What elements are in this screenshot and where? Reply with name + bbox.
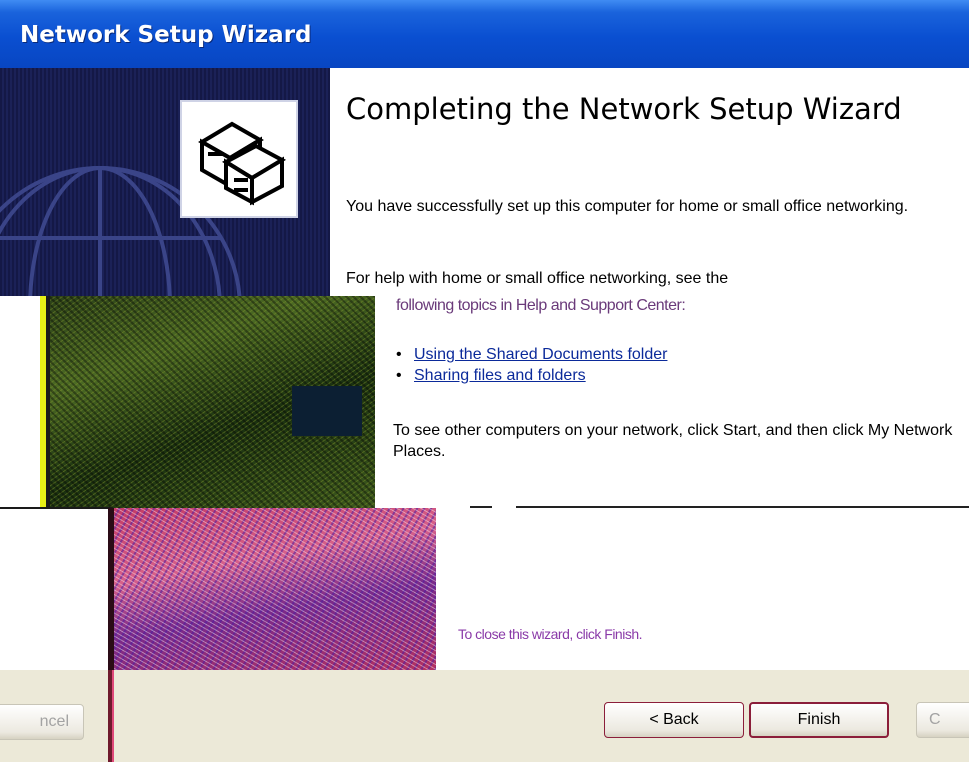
cancel-button[interactable]: C	[916, 702, 969, 738]
shared-documents-link[interactable]: Using the Shared Documents folder	[414, 346, 667, 363]
divider	[516, 506, 969, 508]
list-item: • Sharing files and folders	[396, 367, 586, 384]
divider	[470, 506, 492, 508]
help-intro-continued-text: following topics in Help and Support Cen…	[396, 297, 686, 314]
window-title: Network Setup Wizard	[20, 22, 312, 48]
list-item: • Using the Shared Documents folder	[396, 346, 668, 363]
page-heading: Completing the Network Setup Wizard	[346, 92, 902, 126]
network-places-text: To see other computers on your network, …	[393, 422, 953, 460]
cancel-button-partial[interactable]: ncel	[0, 704, 84, 740]
help-topics-list: • Using the Shared Documents folder • Shar…	[396, 344, 667, 386]
help-intro-text: For help with home or small office netwo…	[346, 270, 729, 287]
title-bar: Network Setup Wizard	[0, 0, 969, 68]
corrupted-image-region	[40, 296, 375, 508]
wizard-banner	[0, 68, 330, 296]
divider	[0, 507, 112, 509]
finish-button[interactable]: Finish	[749, 702, 889, 738]
network-computers-icon	[180, 100, 298, 218]
corrupted-image-region-2	[108, 508, 436, 670]
sharing-files-link[interactable]: Sharing files and folders	[414, 367, 586, 384]
success-text: You have successfully set up this comput…	[346, 198, 909, 215]
back-button[interactable]: < Back	[604, 702, 744, 738]
close-hint-text: To close this wizard, click Finish.	[458, 626, 643, 642]
